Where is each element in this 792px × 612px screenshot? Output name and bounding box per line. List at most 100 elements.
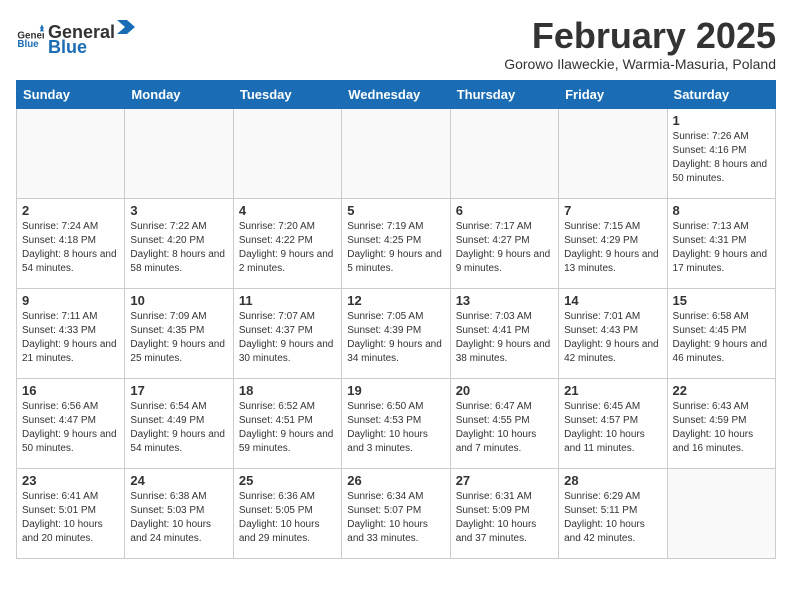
day-info: Sunrise: 7:03 AM Sunset: 4:41 PM Dayligh…	[456, 310, 553, 366]
calendar-day-cell: 7 Sunrise: 7:15 AM Sunset: 4:29 PM Daylig…	[559, 198, 667, 288]
day-number: 4	[239, 203, 336, 218]
calendar-day-cell: 6 Sunrise: 7:17 AM Sunset: 4:27 PM Daylig…	[450, 198, 558, 288]
calendar-header-row: SundayMondayTuesdayWednesdayThursdayFrid…	[17, 80, 776, 108]
day-number: 7	[564, 203, 661, 218]
weekday-header: Sunday	[17, 80, 125, 108]
page-header: General Blue General Blue February 2025 …	[16, 16, 776, 72]
day-info: Sunrise: 6:34 AM Sunset: 5:07 PM Dayligh…	[347, 490, 444, 546]
calendar-day-cell: 14Sunrise: 7:01 AM Sunset: 4:43 PM Dayli…	[559, 288, 667, 378]
day-info: Sunrise: 7:17 AM Sunset: 4:27 PM Dayligh…	[456, 220, 553, 276]
day-number: 19	[347, 383, 444, 398]
day-number: 25	[239, 473, 336, 488]
day-number: 24	[130, 473, 227, 488]
day-number: 23	[22, 473, 119, 488]
calendar-day-cell: 22 Sunrise: 6:43 AM Sunset: 4:59 PM Dayli…	[667, 378, 775, 468]
day-number: 3	[130, 203, 227, 218]
calendar-day-cell: 25 Sunrise: 6:36 AM Sunset: 5:05 PM Dayli…	[233, 468, 341, 558]
calendar-day-cell: 26 Sunrise: 6:34 AM Sunset: 5:07 PM Dayli…	[342, 468, 450, 558]
day-info: Sunrise: 6:31 AM Sunset: 5:09 PM Dayligh…	[456, 490, 553, 546]
weekday-header: Monday	[125, 80, 233, 108]
calendar-day-cell	[342, 108, 450, 198]
day-number: 27	[456, 473, 553, 488]
day-info: Sunrise: 7:26 AM Sunset: 4:16 PM Dayligh…	[673, 130, 770, 186]
day-number: 5	[347, 203, 444, 218]
month-title: February 2025	[504, 16, 776, 56]
calendar-day-cell: 15 Sunrise: 6:58 AM Sunset: 4:45 PM Dayli…	[667, 288, 775, 378]
day-number: 1	[673, 113, 770, 128]
weekday-header: Saturday	[667, 80, 775, 108]
calendar-day-cell: 23Sunrise: 6:41 AM Sunset: 5:01 PM Dayli…	[17, 468, 125, 558]
calendar-week-row: 2 Sunrise: 7:24 AM Sunset: 4:18 PM Daylig…	[17, 198, 776, 288]
calendar-table: SundayMondayTuesdayWednesdayThursdayFrid…	[16, 80, 776, 559]
day-info: Sunrise: 6:58 AM Sunset: 4:45 PM Dayligh…	[673, 310, 770, 366]
day-info: Sunrise: 6:38 AM Sunset: 5:03 PM Dayligh…	[130, 490, 227, 546]
day-info: Sunrise: 6:50 AM Sunset: 4:53 PM Dayligh…	[347, 400, 444, 456]
day-number: 2	[22, 203, 119, 218]
calendar-day-cell: 10 Sunrise: 7:09 AM Sunset: 4:35 PM Dayli…	[125, 288, 233, 378]
day-number: 15	[673, 293, 770, 308]
calendar-week-row: 9 Sunrise: 7:11 AM Sunset: 4:33 PM Daylig…	[17, 288, 776, 378]
day-info: Sunrise: 6:56 AM Sunset: 4:47 PM Dayligh…	[22, 400, 119, 456]
calendar-day-cell: 17 Sunrise: 6:54 AM Sunset: 4:49 PM Dayli…	[125, 378, 233, 468]
weekday-header: Thursday	[450, 80, 558, 108]
calendar-day-cell: 21Sunrise: 6:45 AM Sunset: 4:57 PM Dayli…	[559, 378, 667, 468]
day-number: 18	[239, 383, 336, 398]
day-info: Sunrise: 6:52 AM Sunset: 4:51 PM Dayligh…	[239, 400, 336, 456]
day-info: Sunrise: 6:29 AM Sunset: 5:11 PM Dayligh…	[564, 490, 661, 546]
day-number: 14	[564, 293, 661, 308]
calendar-day-cell: 5 Sunrise: 7:19 AM Sunset: 4:25 PM Daylig…	[342, 198, 450, 288]
logo-arrow-icon	[117, 16, 135, 38]
day-info: Sunrise: 7:24 AM Sunset: 4:18 PM Dayligh…	[22, 220, 119, 276]
weekday-header: Wednesday	[342, 80, 450, 108]
day-number: 21	[564, 383, 661, 398]
day-info: Sunrise: 6:43 AM Sunset: 4:59 PM Dayligh…	[673, 400, 770, 456]
day-info: Sunrise: 7:13 AM Sunset: 4:31 PM Dayligh…	[673, 220, 770, 276]
calendar-day-cell: 4 Sunrise: 7:20 AM Sunset: 4:22 PM Daylig…	[233, 198, 341, 288]
day-number: 16	[22, 383, 119, 398]
day-number: 8	[673, 203, 770, 218]
day-number: 10	[130, 293, 227, 308]
day-info: Sunrise: 7:22 AM Sunset: 4:20 PM Dayligh…	[130, 220, 227, 276]
day-number: 11	[239, 293, 336, 308]
calendar-day-cell: 1 Sunrise: 7:26 AM Sunset: 4:16 PM Daylig…	[667, 108, 775, 198]
logo: General Blue General Blue	[16, 16, 135, 58]
calendar-week-row: 16 Sunrise: 6:56 AM Sunset: 4:47 PM Dayli…	[17, 378, 776, 468]
calendar-day-cell: 20 Sunrise: 6:47 AM Sunset: 4:55 PM Dayli…	[450, 378, 558, 468]
calendar-day-cell	[17, 108, 125, 198]
logo-icon: General Blue	[16, 23, 44, 51]
day-info: Sunrise: 7:20 AM Sunset: 4:22 PM Dayligh…	[239, 220, 336, 276]
day-info: Sunrise: 7:09 AM Sunset: 4:35 PM Dayligh…	[130, 310, 227, 366]
title-block: February 2025 Gorowo Ilaweckie, Warmia-M…	[504, 16, 776, 72]
day-info: Sunrise: 7:15 AM Sunset: 4:29 PM Dayligh…	[564, 220, 661, 276]
calendar-day-cell	[559, 108, 667, 198]
day-number: 28	[564, 473, 661, 488]
day-number: 22	[673, 383, 770, 398]
day-number: 13	[456, 293, 553, 308]
weekday-header: Tuesday	[233, 80, 341, 108]
calendar-day-cell: 24 Sunrise: 6:38 AM Sunset: 5:03 PM Dayli…	[125, 468, 233, 558]
day-number: 26	[347, 473, 444, 488]
calendar-day-cell: 2 Sunrise: 7:24 AM Sunset: 4:18 PM Daylig…	[17, 198, 125, 288]
day-number: 9	[22, 293, 119, 308]
day-info: Sunrise: 7:19 AM Sunset: 4:25 PM Dayligh…	[347, 220, 444, 276]
day-number: 6	[456, 203, 553, 218]
calendar-day-cell: 11Sunrise: 7:07 AM Sunset: 4:37 PM Dayli…	[233, 288, 341, 378]
day-info: Sunrise: 6:36 AM Sunset: 5:05 PM Dayligh…	[239, 490, 336, 546]
calendar-day-cell: 18 Sunrise: 6:52 AM Sunset: 4:51 PM Dayli…	[233, 378, 341, 468]
calendar-week-row: 23Sunrise: 6:41 AM Sunset: 5:01 PM Dayli…	[17, 468, 776, 558]
day-number: 20	[456, 383, 553, 398]
calendar-day-cell: 16 Sunrise: 6:56 AM Sunset: 4:47 PM Dayli…	[17, 378, 125, 468]
calendar-day-cell: 8 Sunrise: 7:13 AM Sunset: 4:31 PM Daylig…	[667, 198, 775, 288]
day-number: 17	[130, 383, 227, 398]
calendar-week-row: 1 Sunrise: 7:26 AM Sunset: 4:16 PM Daylig…	[17, 108, 776, 198]
day-info: Sunrise: 6:47 AM Sunset: 4:55 PM Dayligh…	[456, 400, 553, 456]
calendar-day-cell	[450, 108, 558, 198]
calendar-day-cell: 19 Sunrise: 6:50 AM Sunset: 4:53 PM Dayli…	[342, 378, 450, 468]
day-info: Sunrise: 7:05 AM Sunset: 4:39 PM Dayligh…	[347, 310, 444, 366]
calendar-day-cell	[125, 108, 233, 198]
location-subtitle: Gorowo Ilaweckie, Warmia-Masuria, Poland	[504, 56, 776, 72]
calendar-day-cell: 27 Sunrise: 6:31 AM Sunset: 5:09 PM Dayli…	[450, 468, 558, 558]
day-number: 12	[347, 293, 444, 308]
day-info: Sunrise: 6:54 AM Sunset: 4:49 PM Dayligh…	[130, 400, 227, 456]
day-info: Sunrise: 7:11 AM Sunset: 4:33 PM Dayligh…	[22, 310, 119, 366]
